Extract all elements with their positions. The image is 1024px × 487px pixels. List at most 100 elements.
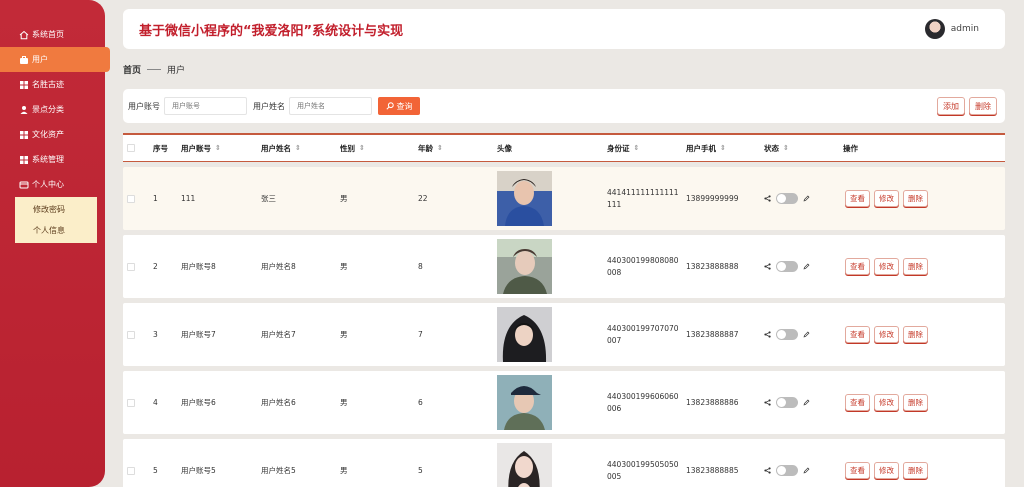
edit-icon[interactable] (803, 467, 810, 474)
select-all-checkbox[interactable] (127, 144, 135, 152)
breadcrumb: 首页 用户 (123, 63, 185, 76)
home-icon (19, 30, 29, 40)
view-button[interactable]: 查看 (845, 394, 870, 411)
cell-phone: 13823888885 (686, 466, 739, 475)
cell-status (764, 167, 810, 230)
row-checkbox[interactable] (127, 466, 135, 475)
header-name[interactable]: 用户姓名 ⇕ (261, 135, 301, 161)
row-actions: 查看 修改 删除 (845, 439, 928, 487)
header-id-card[interactable]: 身份证 ⇕ (607, 135, 639, 161)
sidebar-item-system[interactable]: 系统管理 (0, 147, 105, 172)
table-row[interactable]: 3 用户账号7 用户姓名7 男 7 440300199707070007 138… (123, 303, 1005, 366)
header-account[interactable]: 用户账号 ⇕ (181, 135, 221, 161)
cell-account: 111 (181, 194, 196, 203)
submenu-change-password[interactable]: 修改密码 (15, 199, 97, 220)
user-menu[interactable]: admin (924, 19, 979, 39)
cell-account: 用户账号6 (181, 398, 216, 407)
bulk-delete-button[interactable]: 删除 (969, 97, 997, 115)
status-toggle[interactable] (776, 465, 798, 476)
sidebar-item-label: 文化资产 (32, 130, 64, 139)
view-button[interactable]: 查看 (845, 462, 870, 479)
status-toggle[interactable] (776, 193, 798, 204)
sidebar-item-label: 系统首页 (32, 30, 64, 39)
sidebar-item-personal[interactable]: 个人中心 (0, 172, 105, 197)
cell-account: 用户账号5 (181, 466, 216, 475)
edit-button[interactable]: 修改 (874, 462, 899, 479)
share-icon[interactable] (764, 467, 771, 474)
view-button[interactable]: 查看 (845, 326, 870, 343)
table-row[interactable]: 4 用户账号6 用户姓名6 男 6 440300199606060006 138… (123, 371, 1005, 434)
search-button[interactable]: 查询 (378, 97, 420, 115)
table-header: 序号 用户账号 ⇕ 用户姓名 ⇕ 性别 ⇕ 年龄 ⇕ 头像 身份证 ⇕ 用户手机 ⇕ 状态 ⇕… (123, 133, 1005, 162)
cell-gender: 男 (340, 262, 348, 271)
sort-icon: ⇕ (720, 144, 726, 152)
cell-id-card: 440300199808080008 (607, 255, 679, 277)
breadcrumb-home[interactable]: 首页 (123, 63, 141, 76)
cell-phone: 13823888886 (686, 398, 739, 407)
delete-button[interactable]: 删除 (903, 462, 928, 479)
row-actions: 查看 修改 删除 (845, 303, 928, 366)
account-search-input[interactable] (164, 97, 247, 115)
edit-button[interactable]: 修改 (874, 394, 899, 411)
status-toggle[interactable] (776, 397, 798, 408)
edit-button[interactable]: 修改 (874, 326, 899, 343)
name-search-input[interactable] (289, 97, 372, 115)
cell-id-card: 440300199606060006 (607, 391, 679, 413)
breadcrumb-current: 用户 (167, 66, 186, 76)
cell-index: 4 (153, 398, 158, 407)
header-age[interactable]: 年龄 ⇕ (418, 135, 443, 161)
table-row[interactable]: 2 用户账号8 用户姓名8 男 8 440300199808080008 138… (123, 235, 1005, 298)
edit-icon[interactable] (803, 195, 810, 202)
share-icon[interactable] (764, 263, 771, 270)
header-phone[interactable]: 用户手机 ⇕ (686, 135, 726, 161)
sidebar-item-users[interactable]: 用户 (0, 47, 110, 72)
sidebar-item-home[interactable]: 系统首页 (0, 22, 105, 47)
share-icon[interactable] (764, 195, 771, 202)
edit-icon[interactable] (803, 263, 810, 270)
cell-index: 1 (153, 194, 158, 203)
status-toggle[interactable] (776, 329, 798, 340)
view-button[interactable]: 查看 (845, 258, 870, 275)
delete-button[interactable]: 删除 (903, 326, 928, 343)
status-toggle[interactable] (776, 261, 798, 272)
cell-id-card: 440300199707070007 (607, 323, 679, 345)
user-photo (497, 239, 552, 294)
delete-button[interactable]: 删除 (903, 190, 928, 207)
cell-phone: 13899999999 (686, 194, 739, 203)
card-icon (19, 180, 29, 190)
edit-icon[interactable] (803, 399, 810, 406)
sidebar-item-scenic-sites[interactable]: 名胜古迹 (0, 72, 105, 97)
cell-name: 张三 (261, 194, 276, 203)
table-row[interactable]: 5 用户账号5 用户姓名5 男 5 440300199505050005 138… (123, 439, 1005, 487)
edit-icon[interactable] (803, 331, 810, 338)
user-photo (497, 443, 552, 487)
sidebar-item-categories[interactable]: 景点分类 (0, 97, 105, 122)
header-index: 序号 (153, 143, 168, 153)
view-button[interactable]: 查看 (845, 190, 870, 207)
table-row[interactable]: 1 111 张三 男 22 441411111111111111 1389999… (123, 167, 1005, 230)
delete-button[interactable]: 删除 (903, 394, 928, 411)
cell-name: 用户姓名5 (261, 466, 296, 475)
row-checkbox[interactable] (127, 398, 135, 407)
share-icon[interactable] (764, 399, 771, 406)
cell-phone: 13823888887 (686, 330, 739, 339)
row-checkbox[interactable] (127, 194, 135, 203)
add-button[interactable]: 添加 (937, 97, 965, 115)
edit-button[interactable]: 修改 (874, 258, 899, 275)
row-checkbox[interactable] (127, 262, 135, 271)
cell-name: 用户姓名7 (261, 330, 296, 339)
header-status[interactable]: 状态 ⇕ (764, 135, 789, 161)
sort-icon: ⇕ (295, 144, 301, 152)
header-gender[interactable]: 性别 ⇕ (340, 135, 365, 161)
submenu-profile[interactable]: 个人信息 (15, 220, 97, 241)
cell-phone: 13823888888 (686, 262, 739, 271)
cell-age: 6 (418, 398, 423, 407)
edit-button[interactable]: 修改 (874, 190, 899, 207)
avatar[interactable] (924, 19, 945, 39)
row-checkbox[interactable] (127, 330, 135, 339)
personal-submenu: 修改密码 个人信息 (15, 197, 97, 243)
sidebar-item-culture[interactable]: 文化资产 (0, 122, 105, 147)
search-button-label: 查询 (396, 101, 413, 111)
delete-button[interactable]: 删除 (903, 258, 928, 275)
share-icon[interactable] (764, 331, 771, 338)
